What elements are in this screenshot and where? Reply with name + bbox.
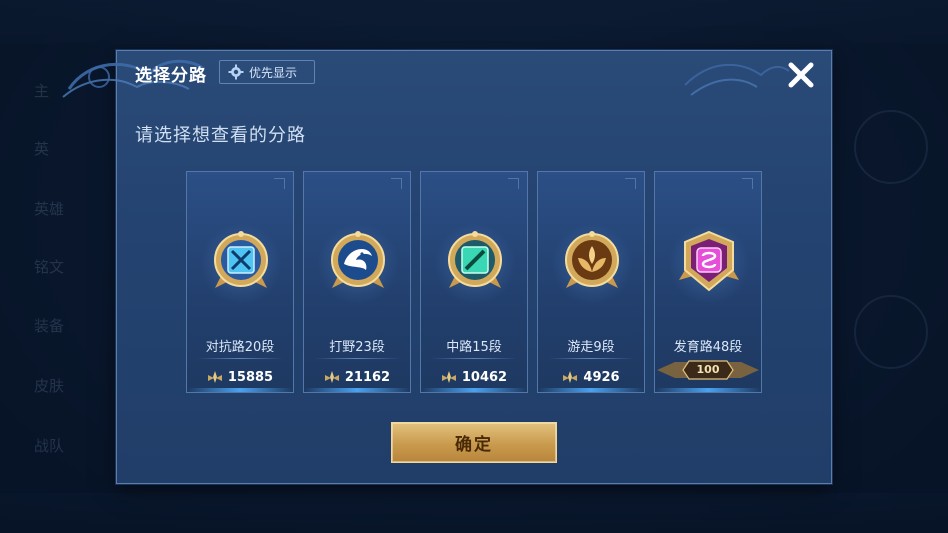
dialog-title: 选择分路 (135, 66, 207, 86)
card-corner-mark (742, 178, 753, 189)
card-corner-mark (274, 178, 285, 189)
lane-card-roam[interactable]: 游走9段 4926 (537, 171, 645, 393)
level-value: 100 (696, 363, 720, 376)
dialog-subtitle: 请选择想查看的分路 (135, 125, 306, 146)
cloud-ornament-icon (684, 63, 790, 96)
score-value: 4926 (583, 369, 620, 385)
mid-lane-icon (448, 231, 502, 288)
score-icon (324, 371, 339, 383)
lane-card-mid[interactable]: 中路15段 10462 (420, 171, 528, 393)
roam-icon (565, 231, 619, 288)
card-corner-mark (508, 178, 519, 189)
score-icon (563, 371, 578, 383)
lane-label: 游走9段 (567, 340, 615, 355)
lane-card-farm[interactable]: 发育路48段 100 (654, 171, 762, 393)
card-bottom-glow (187, 388, 293, 392)
lane-score: 15885 (187, 366, 293, 388)
level-ribbon-text: 100 (655, 358, 761, 382)
card-divider (431, 358, 517, 359)
score-value: 15885 (227, 369, 274, 385)
card-divider (548, 358, 634, 359)
score-icon (207, 371, 222, 383)
close-icon[interactable] (783, 57, 819, 93)
farm-lane-icon (679, 230, 739, 292)
lane-select-dialog: 选择分路 优先显示 请选择想查看的分路 对抗路20段 15885 打野23段 2… (62, 50, 832, 484)
score-icon (441, 371, 456, 383)
jungle-dragon-icon (331, 231, 385, 288)
score-value: 21162 (344, 369, 391, 385)
gear-icon (228, 64, 244, 80)
lane-card-jungle[interactable]: 打野23段 21162 (303, 171, 411, 393)
lane-score: 4926 (538, 366, 644, 388)
lane-card-clash[interactable]: 对抗路20段 15885 (186, 171, 294, 393)
priority-display-label: 优先显示 (249, 65, 298, 80)
card-bottom-glow (304, 388, 410, 392)
card-divider (314, 358, 400, 359)
confirm-button[interactable]: 确定 (391, 422, 557, 463)
lane-label: 发育路48段 (673, 340, 743, 355)
lane-label: 中路15段 (446, 340, 502, 355)
lane-score: 10462 (421, 366, 527, 388)
card-corner-mark (625, 178, 636, 189)
card-bottom-glow (538, 388, 644, 392)
lane-label: 对抗路20段 (205, 340, 275, 355)
lane-label: 打野23段 (329, 340, 385, 355)
clash-lane-icon (214, 231, 268, 288)
lane-card-list: 对抗路20段 15885 打野23段 21162 中路15段 10462 游走9… (186, 171, 764, 393)
priority-display-button[interactable]: 优先显示 (219, 60, 315, 84)
dialog-header: 选择分路 优先显示 (62, 51, 831, 98)
card-divider (197, 358, 283, 359)
card-corner-mark (391, 178, 402, 189)
score-value: 10462 (461, 369, 508, 385)
card-bottom-glow (655, 388, 761, 392)
lane-score: 21162 (304, 366, 410, 388)
confirm-label: 确定 (455, 435, 493, 455)
card-bottom-glow (421, 388, 527, 392)
